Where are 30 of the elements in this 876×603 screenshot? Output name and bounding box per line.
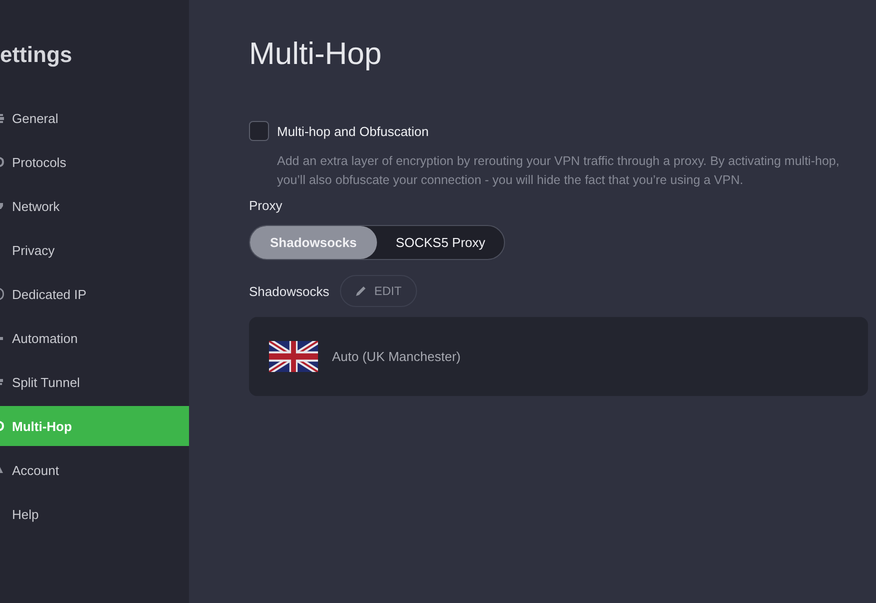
cropped-icon: [0, 421, 4, 431]
sidebar-title: ettings: [0, 41, 72, 69]
pencil-icon: [355, 285, 368, 297]
sidebar-item[interactable]: Network: [0, 186, 189, 226]
sidebar-item[interactable]: Automation: [0, 318, 189, 358]
cropped-icon: [0, 203, 3, 209]
sidebar-item[interactable]: General: [0, 98, 189, 138]
cropped-icon: [0, 288, 4, 300]
cropped-icon: [0, 114, 4, 122]
flag-icon: [269, 341, 318, 372]
sidebar-item[interactable]: Privacy: [0, 230, 189, 270]
description-text: Add an extra layer of encryption by rerouting your VPN traffic through a proxy. By activating multi-hop, you’ll also obfuscate your connection - you will hide the fact that you’re using a VPN.: [277, 153, 840, 189]
page-title: Multi-Hop: [249, 35, 382, 73]
checkbox[interactable]: [249, 121, 269, 141]
edit-button[interactable]: EDIT: [340, 275, 417, 307]
checkbox-label: Multi-hop and Obfuscation: [277, 124, 429, 138]
server-label: Shadowsocks: [249, 284, 330, 298]
sidebar-item[interactable]: Dedicated IP: [0, 274, 189, 314]
cropped-icon: [0, 467, 3, 473]
sidebar-item[interactable]: Account: [0, 450, 189, 490]
sidebar-item[interactable]: Protocols: [0, 142, 189, 182]
cropped-icon: [0, 336, 3, 340]
server-location: Auto (UK Manchester): [332, 349, 461, 364]
server-card[interactable]: Auto (UK Manchester): [249, 317, 868, 396]
proxy-option-tab[interactable]: SOCKS5 Proxy: [376, 226, 504, 259]
sidebar-item[interactable]: Split Tunnel: [0, 362, 189, 402]
cropped-icon: [0, 157, 4, 167]
sidebar-item[interactable]: Help: [0, 494, 189, 534]
cropped-icon: [0, 379, 3, 385]
section-label: Proxy: [249, 198, 282, 214]
